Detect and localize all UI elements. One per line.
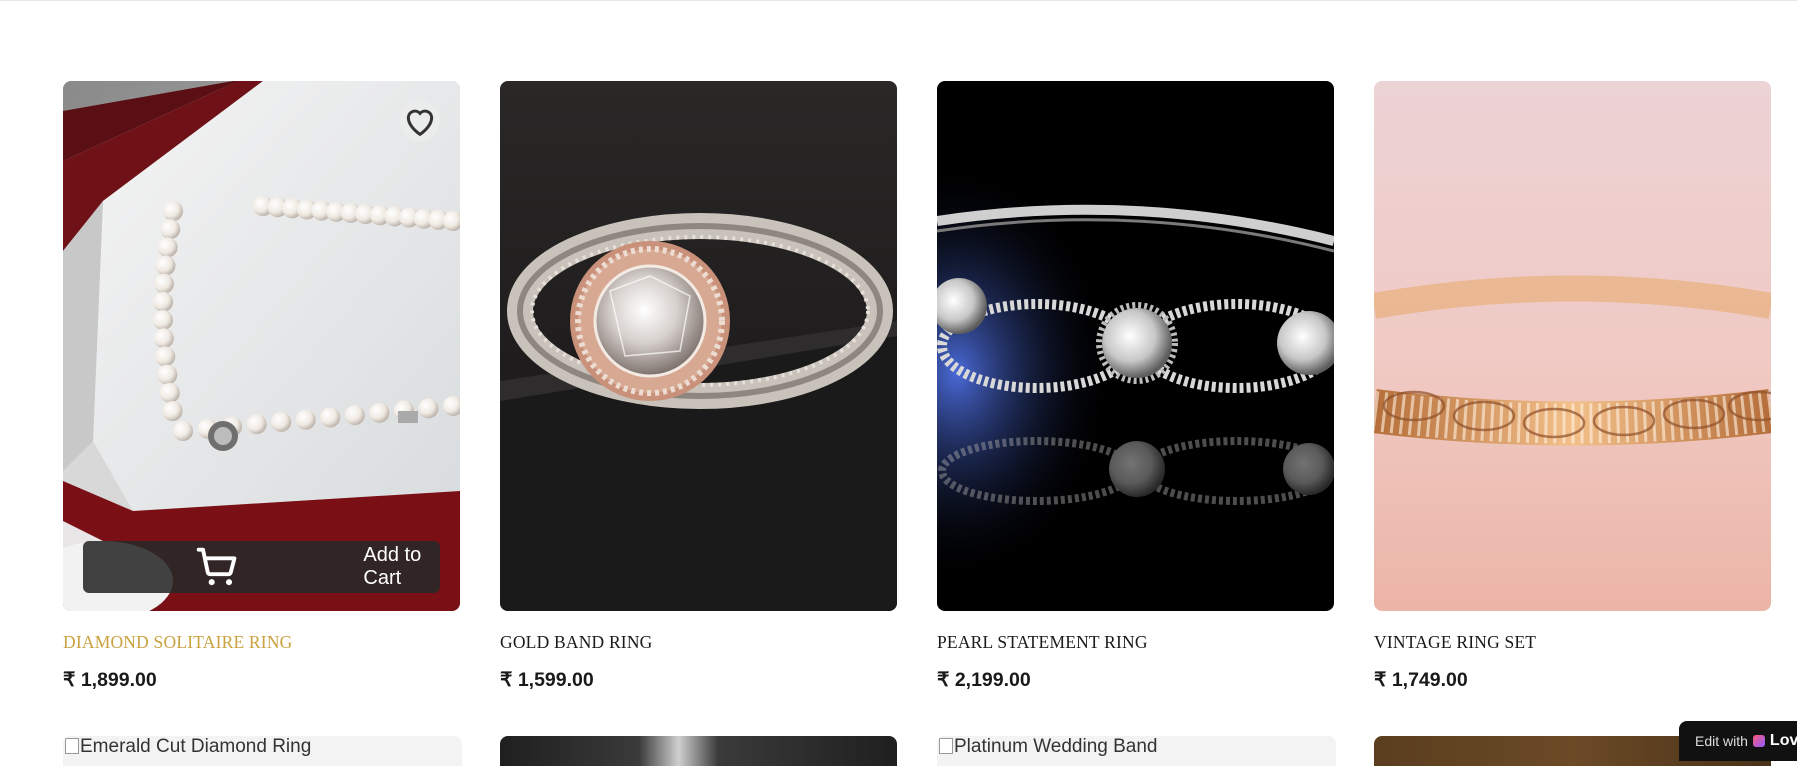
- product-price: ₹ 2,199.00: [937, 669, 1031, 691]
- pearl-bead: [418, 398, 439, 419]
- brand-name: Lov: [1769, 732, 1797, 749]
- image-alt-text: Platinum Wedding Band: [954, 736, 1158, 757]
- broken-image-icon: [939, 738, 953, 754]
- cart-icon: [196, 547, 237, 586]
- product-name[interactable]: VINTAGE RING SET: [1374, 632, 1536, 653]
- pearl-bead: [159, 382, 180, 403]
- edit-with-badge[interactable]: Edit with Lov: [1679, 721, 1797, 761]
- product-name[interactable]: DIAMOND SOLITAIRE RING: [63, 632, 293, 653]
- product-image[interactable]: [500, 736, 897, 766]
- pearl-bead: [162, 401, 183, 421]
- broken-image-icon: [65, 738, 79, 754]
- product-image[interactable]: [500, 81, 897, 611]
- pearl-bead: [153, 328, 174, 349]
- pearl-bead: [153, 310, 174, 331]
- product-price: ₹ 1,599.00: [500, 669, 594, 691]
- product-image[interactable]: [1374, 81, 1771, 611]
- product-price: ₹ 1,749.00: [1374, 669, 1468, 691]
- pearl-bead: [271, 411, 292, 432]
- pearl-bead: [246, 414, 267, 435]
- pearl-bead: [344, 405, 365, 426]
- header-divider: [0, 0, 1797, 1]
- add-to-cart-button[interactable]: Add to Cart: [83, 541, 440, 593]
- product-name[interactable]: PEARL STATEMENT RING: [937, 632, 1148, 653]
- pearl-bead: [155, 346, 176, 367]
- pearl-bead: [320, 407, 341, 428]
- pearl-bead: [157, 364, 178, 385]
- pearl-bead: [173, 421, 193, 441]
- pearl-bead: [295, 409, 316, 430]
- pearl-bead: [369, 402, 390, 423]
- pearl-bead: [155, 255, 176, 276]
- product-name[interactable]: GOLD BAND RING: [500, 632, 653, 653]
- heart-icon: [406, 109, 434, 137]
- image-alt-text: Emerald Cut Diamond Ring: [80, 736, 312, 757]
- edit-with-label: Edit with: [1695, 733, 1748, 749]
- product-image[interactable]: Add to Cart: [63, 81, 460, 611]
- brand-logo-icon: [1752, 735, 1765, 747]
- product-price: ₹ 1,899.00: [63, 669, 157, 691]
- product-image-broken[interactable]: Platinum Wedding Band: [937, 736, 1336, 766]
- add-to-cart-label: Add to Cart: [363, 544, 422, 589]
- product-image-broken[interactable]: Emerald Cut Diamond Ring: [63, 736, 462, 766]
- wishlist-button[interactable]: [400, 101, 440, 141]
- pearl-bead: [153, 273, 174, 294]
- pearl-bead: [163, 201, 183, 221]
- pearl-bead: [157, 237, 178, 258]
- pearl-bead: [160, 219, 181, 240]
- pearl-bead: [153, 291, 174, 312]
- product-image[interactable]: [937, 81, 1334, 611]
